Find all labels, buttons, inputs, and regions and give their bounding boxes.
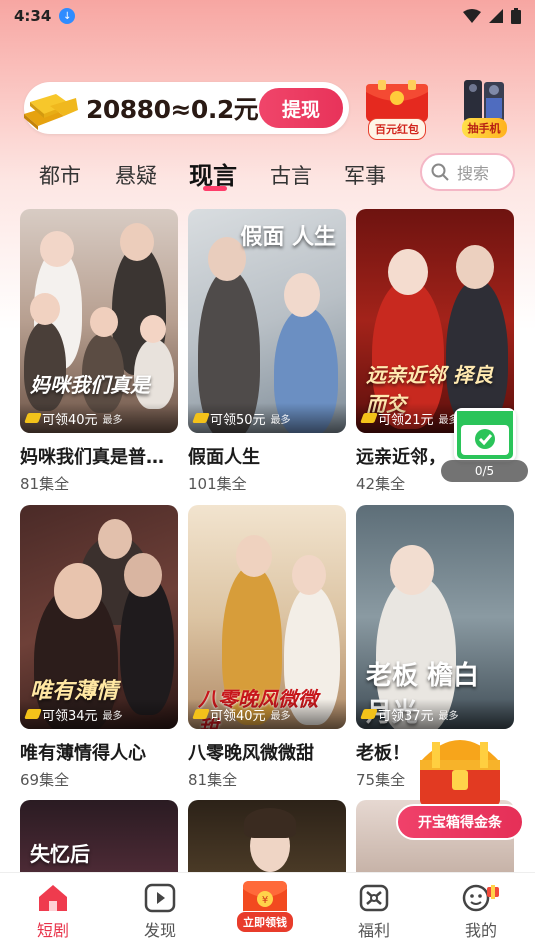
drama-poster[interactable]: 失忆后 [20,800,178,872]
reward-badge: 可领34元 最多 [20,699,178,729]
download-notification-icon: ↓ [59,8,76,24]
poster-title-art: 失忆后 [30,842,90,866]
drama-title: 八零晚风微微甜 [188,743,314,764]
reward-text: 可领40元 [210,708,266,724]
wifi-icon [463,9,481,23]
signal-icon [489,9,503,23]
coin-balance-bar[interactable]: 20880≈0.2元 提现 [24,82,349,134]
coin-balance-text: 20880≈0.2元 [86,95,259,124]
status-bar: 4:34 ↓ [0,0,535,32]
tab-suspense[interactable]: 悬疑 [115,160,157,190]
gold-coin-icon [192,709,210,719]
bottom-navigation: 短剧 发现 ¥ 立即领钱 福利 我的 [0,872,535,951]
drama-card[interactable]: 失忆后 [20,800,178,872]
tab-military[interactable]: 军事 [344,160,386,190]
drama-card[interactable]: 八零晚风微微甜 可领40元 最多 八零晚风微微甜 81集全 [188,505,346,790]
task-box-icon [454,408,516,462]
drama-title: 假面人生 [188,447,260,468]
phone-lottery-promo[interactable]: 抽手机 [456,80,512,138]
gold-coin-icon [24,413,42,423]
reward-most: 最多 [438,710,459,722]
drama-poster[interactable]: 远亲近邻 择良而交 可领21元 最多 [356,209,514,433]
drama-card[interactable]: 唯有薄情 可领34元 最多 唯有薄情得人心 69集全 [20,505,178,790]
drama-card[interactable]: 妈咪我们真是 可领40元 最多 妈咪我们真是普… 81集全 [20,209,178,494]
gold-bars-icon [24,94,78,130]
battery-icon [511,8,521,24]
active-tab-indicator [203,186,227,191]
poster-title-art: 假面 人生 [240,224,336,250]
treasure-chest-icon [420,740,500,806]
profile-icon [462,884,499,912]
nav-discover[interactable]: 发现 [120,883,200,941]
gold-coin-icon [360,413,378,423]
drama-episodes: 81集全 [20,475,70,493]
gold-coin-icon [192,413,210,423]
nav-claim-money[interactable]: ¥ 立即领钱 [231,879,299,933]
treasure-chest-widget[interactable]: 开宝箱得金条 [396,722,524,842]
search-placeholder: 搜索 [457,164,490,183]
reward-badge: 可领40元 最多 [188,699,346,729]
task-progress-text: 0/5 [441,460,528,482]
watch-task-widget[interactable]: 0/5 [441,408,528,483]
drama-episodes: 69集全 [20,771,70,789]
search-icon [431,163,449,181]
nav-label: 福利 [357,921,390,940]
drama-episodes: 101集全 [188,475,247,493]
nav-mine[interactable]: 我的 [441,883,521,941]
nav-label: 短剧 [36,921,69,940]
play-box-icon [144,883,176,913]
drama-title: 唯有薄情得人心 [20,743,146,764]
svg-text:¥: ¥ [262,895,268,906]
reward-most: 最多 [102,710,123,722]
withdraw-button[interactable]: 提现 [257,86,345,130]
status-time: 4:34 [14,7,52,25]
open-treasure-button[interactable]: 开宝箱得金条 [396,804,524,840]
reward-text: 可领21元 [378,412,434,428]
phone-lottery-label: 抽手机 [461,118,507,138]
tab-urban[interactable]: 都市 [39,160,81,190]
reward-text: 可领34元 [42,708,98,724]
reward-most: 最多 [102,414,123,426]
gold-coin-icon [360,709,378,719]
welfare-icon [359,884,389,912]
red-packet-promo[interactable]: 百元红包 [362,80,432,140]
reward-badge: 可领50元 最多 [188,403,346,433]
drama-poster[interactable]: 老板 檐白月光 可领37元 最多 [356,505,514,729]
poster-title-art: 妈咪我们真是 [30,373,150,397]
drama-poster[interactable]: 唯有薄情 可领34元 最多 [20,505,178,729]
nav-center-label: 立即领钱 [236,911,294,933]
drama-episodes: 81集全 [188,771,238,789]
reward-text: 可领50元 [210,412,266,428]
home-icon [39,885,67,911]
tab-ancient-romance[interactable]: 古言 [270,160,312,190]
drama-title: 妈咪我们真是普… [20,447,164,468]
drama-poster[interactable]: 假面 人生 可领50元 最多 [188,209,346,433]
reward-most: 最多 [270,414,291,426]
reward-text: 可领37元 [378,708,434,724]
check-icon [457,411,513,455]
drama-poster[interactable]: 妈咪我们真是 可领40元 最多 [20,209,178,433]
gold-coin-icon [24,709,42,719]
reward-badge: 可领40元 最多 [20,403,178,433]
nav-short-drama[interactable]: 短剧 [13,883,93,941]
nav-label: 发现 [143,921,176,940]
reward-most: 最多 [270,710,291,722]
reward-text: 可领40元 [42,412,98,428]
search-input[interactable]: 搜索 [420,153,515,191]
drama-poster[interactable] [188,800,346,872]
nav-label: 我的 [464,921,497,940]
nav-welfare[interactable]: 福利 [334,883,414,941]
drama-poster[interactable]: 八零晚风微微甜 可领40元 最多 [188,505,346,729]
drama-card[interactable] [188,800,346,872]
drama-card[interactable]: 假面 人生 可领50元 最多 假面人生 101集全 [188,209,346,494]
red-packet-label: 百元红包 [368,118,426,140]
